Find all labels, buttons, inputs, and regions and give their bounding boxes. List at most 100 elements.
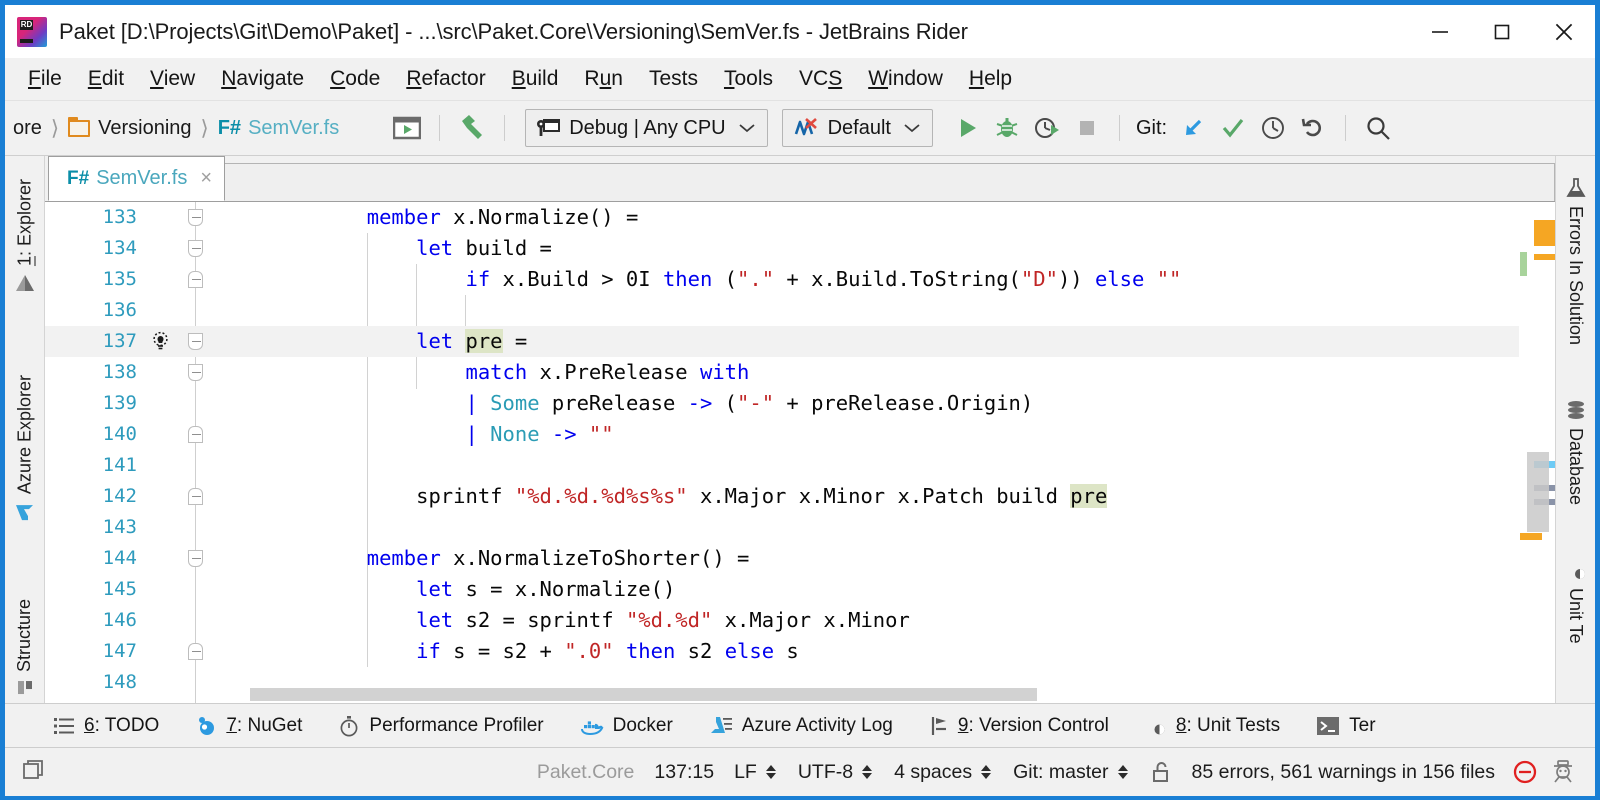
toggle-toolwindows-icon[interactable] <box>21 759 47 785</box>
code-text-area[interactable]: member x.Normalize() = let build = if x.… <box>250 202 1519 703</box>
error-stripe-warning[interactable] <box>1534 220 1555 246</box>
sidebar-item-database[interactable]: Database <box>1565 390 1587 514</box>
error-circle-icon[interactable] <box>1505 758 1545 786</box>
tool-window-docker[interactable]: Docker <box>580 715 673 737</box>
tool-window-ter[interactable]: Ter <box>1316 715 1376 737</box>
gutter-line-number[interactable]: 133 <box>45 202 250 233</box>
tab-semver-fs[interactable]: F# SemVer.fs × <box>48 156 226 201</box>
debug-button[interactable] <box>987 108 1027 148</box>
tool-window-version-control[interactable]: 9: Version Control <box>929 715 1109 737</box>
gutter-line-number[interactable]: 139 <box>45 388 250 419</box>
gutter-line-number[interactable]: 146 <box>45 605 250 636</box>
horizontal-scrollbar[interactable] <box>250 686 1519 703</box>
code-line[interactable]: member x.Normalize() = <box>250 202 1519 233</box>
fold-toggle-icon[interactable] <box>188 209 203 226</box>
git-update-project-button[interactable] <box>1173 108 1213 148</box>
tool-window-azure-activity-log[interactable]: Azure Activity Log <box>709 715 893 737</box>
run-with-coverage-button[interactable] <box>1027 108 1067 148</box>
gutter-line-number[interactable]: 142 <box>45 481 250 512</box>
fold-toggle-icon[interactable] <box>188 426 203 443</box>
code-line[interactable]: let build = <box>250 233 1519 264</box>
tool-window-nuget[interactable]: 7: NuGet <box>195 715 302 737</box>
gutter-line-number[interactable]: 143 <box>45 512 250 543</box>
tool-window-todo[interactable]: 6: TODO <box>53 715 159 737</box>
breadcrumb-item-core[interactable]: ore <box>13 117 42 140</box>
breadcrumb-item-file[interactable]: SemVer.fs <box>248 117 339 140</box>
status-caret-position[interactable]: 137:15 <box>644 761 724 784</box>
code-line[interactable]: let pre = <box>250 326 1519 357</box>
menu-item-edit[interactable]: Edit <box>75 64 137 94</box>
status-encoding[interactable]: UTF-8 <box>788 761 884 784</box>
sidebar-item-errors-in-solution[interactable]: Errors In Solution <box>1565 168 1587 354</box>
git-rollback-button[interactable] <box>1293 108 1333 148</box>
fold-toggle-icon[interactable] <box>188 364 203 381</box>
sidebar-item-azure-explorer[interactable]: Azure Explorer <box>14 366 36 532</box>
code-line[interactable] <box>250 295 1519 326</box>
git-commit-button[interactable] <box>1213 108 1253 148</box>
error-stripe-warning[interactable] <box>1534 254 1555 260</box>
code-line[interactable]: if s = s2 + ".0" then s2 else s <box>250 636 1519 667</box>
gutter-line-number[interactable]: 137 <box>45 326 250 357</box>
menu-item-tests[interactable]: Tests <box>636 64 711 94</box>
fold-toggle-icon[interactable] <box>188 240 203 257</box>
menu-item-tools[interactable]: Tools <box>711 64 786 94</box>
code-line[interactable]: sprintf "%d.%d.%d%s%s" x.Major x.Minor x… <box>250 481 1519 512</box>
gutter-line-number[interactable]: 134 <box>45 233 250 264</box>
run-configuration-selector[interactable]: Default <box>781 109 933 147</box>
fold-toggle-icon[interactable] <box>188 333 203 350</box>
code-line[interactable]: | Some preRelease -> ("-" + preRelease.O… <box>250 388 1519 419</box>
stop-button[interactable] <box>1067 108 1107 148</box>
error-stripe-markers[interactable] <box>1519 202 1555 703</box>
hammer-build-icon[interactable] <box>452 108 492 148</box>
intention-bulb-icon[interactable] <box>150 331 171 352</box>
menu-item-help[interactable]: Help <box>956 64 1025 94</box>
fold-toggle-icon[interactable] <box>188 271 203 288</box>
menu-item-window[interactable]: Window <box>855 64 956 94</box>
gutter-line-number[interactable]: 145 <box>45 574 250 605</box>
gutter-line-number[interactable]: 141 <box>45 450 250 481</box>
status-indent[interactable]: 4 spaces <box>884 761 1003 784</box>
run-button[interactable] <box>947 108 987 148</box>
menu-item-code[interactable]: Code <box>317 64 393 94</box>
fold-toggle-icon[interactable] <box>188 488 203 505</box>
tool-window-unit-tests[interactable]: 8: Unit Tests <box>1145 715 1280 737</box>
code-line[interactable]: if x.Build > 0I then ("." + x.Build.ToSt… <box>250 264 1519 295</box>
solution-configuration-selector[interactable]: Debug | Any CPU <box>525 109 768 147</box>
gutter-line-number[interactable]: 138 <box>45 357 250 388</box>
gutter-line-number[interactable]: 148 <box>45 667 250 698</box>
status-git-branch[interactable]: Git: master <box>1003 761 1139 784</box>
code-line[interactable] <box>250 512 1519 543</box>
status-inspection-summary[interactable]: 85 errors, 561 warnings in 156 files <box>1182 761 1506 784</box>
code-line[interactable] <box>250 450 1519 481</box>
git-history-button[interactable] <box>1253 108 1293 148</box>
vertical-scrollbar-thumb[interactable] <box>1527 452 1549 532</box>
gutter-line-number[interactable]: 147 <box>45 636 250 667</box>
gutter-line-number[interactable]: 136 <box>45 295 250 326</box>
editor-gutter[interactable]: 133 134 135 136 137 138 139 140 141 142 143 144 145 1… <box>45 202 250 703</box>
gutter-line-number[interactable]: 144 <box>45 543 250 574</box>
sidebar-item-unit-tests[interactable]: Unit Te <box>1565 550 1587 653</box>
code-line[interactable]: member x.NormalizeToShorter() = <box>250 543 1519 574</box>
tool-window-performance-profiler[interactable]: Performance Profiler <box>338 715 544 737</box>
error-stripe-vcs-change[interactable] <box>1520 252 1527 276</box>
error-stripe-warning[interactable] <box>1520 533 1542 540</box>
menu-item-refactor[interactable]: Refactor <box>393 64 498 94</box>
menu-item-file[interactable]: File <box>15 64 75 94</box>
fold-toggle-icon[interactable] <box>188 550 203 567</box>
inspector-hector-icon[interactable] <box>1545 758 1581 786</box>
search-everywhere-icon[interactable] <box>1358 108 1398 148</box>
gutter-line-number[interactable]: 140 <box>45 419 250 450</box>
fold-toggle-icon[interactable] <box>188 643 203 660</box>
sidebar-item-structure[interactable]: Structure <box>14 590 35 708</box>
menu-item-vcs[interactable]: VCS <box>786 64 855 94</box>
menu-item-navigate[interactable]: Navigate <box>208 64 317 94</box>
menu-item-build[interactable]: Build <box>499 64 572 94</box>
horizontal-scrollbar-thumb[interactable] <box>250 688 1037 701</box>
menu-item-run[interactable]: Run <box>571 64 636 94</box>
close-button[interactable] <box>1533 5 1595 58</box>
code-line[interactable]: let s = x.Normalize() <box>250 574 1519 605</box>
code-line[interactable]: match x.PreRelease with <box>250 357 1519 388</box>
close-icon[interactable]: × <box>200 167 212 190</box>
code-line[interactable]: let s2 = sprintf "%d.%d" x.Major x.Minor <box>250 605 1519 636</box>
status-line-separator[interactable]: LF <box>724 761 788 784</box>
